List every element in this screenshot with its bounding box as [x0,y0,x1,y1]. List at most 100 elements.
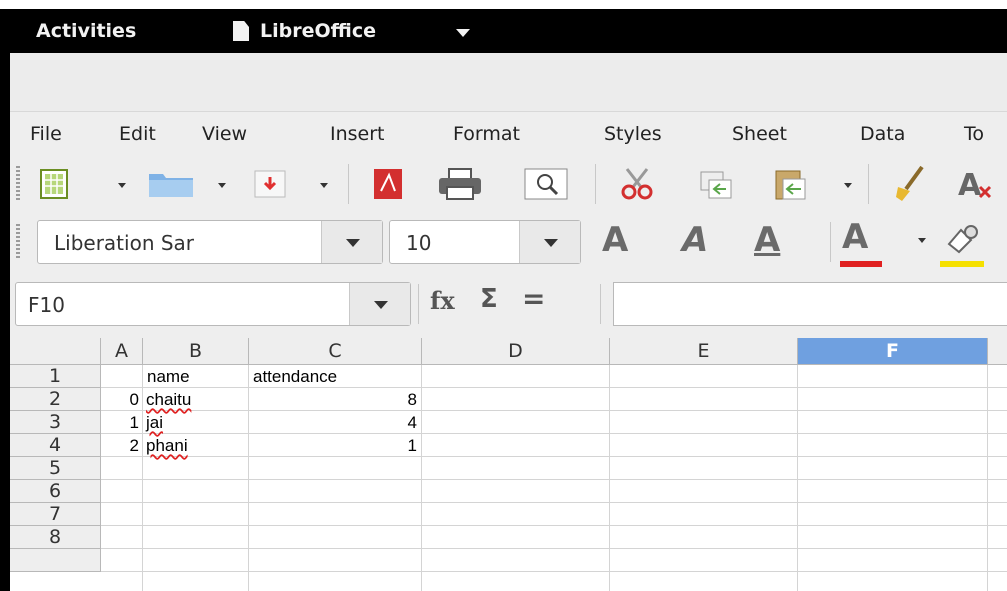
save-icon[interactable] [250,168,290,200]
corner-select-all[interactable] [10,338,101,365]
cell-b2[interactable]: chaitu [146,389,191,411]
formula-input[interactable] [613,282,1007,326]
cell-a3[interactable]: 1 [102,412,139,434]
name-box[interactable]: F10 [15,282,411,326]
standard-toolbar: A [10,156,1007,212]
paste-dropdown-arrow[interactable] [844,183,852,188]
font-size-combo[interactable]: 10 [389,220,581,264]
clone-formatting-icon[interactable] [890,164,934,204]
column-header-d[interactable]: D [422,338,610,365]
menu-tools[interactable]: To [964,123,984,145]
gridline [101,410,1007,411]
window-title-bar[interactable] [10,53,1007,112]
menu-edit[interactable]: Edit [119,123,156,145]
cut-icon[interactable] [614,166,660,202]
name-box-dropdown-button[interactable] [349,283,410,325]
export-pdf-icon[interactable] [370,166,406,202]
toolbar-separator [830,222,831,262]
row-header-4[interactable]: 4 [10,434,101,457]
formatting-toolbar: Liberation Sar 10 A A A A [10,212,1007,272]
cell-b4[interactable]: phani [146,435,188,457]
gnome-top-bar: Activities LibreOffice [10,9,1007,53]
caret-down-icon [544,239,558,247]
column-header-g[interactable] [988,338,1007,365]
gridline [797,365,798,591]
gridline [101,525,1007,526]
underline-icon[interactable]: A [754,220,780,260]
menu-view[interactable]: View [202,123,247,145]
menu-styles[interactable]: Styles [604,123,662,145]
row-header-7[interactable]: 7 [10,503,101,526]
app-menu-button[interactable]: LibreOffice [260,20,376,42]
menu-file[interactable]: File [30,123,62,145]
menu-insert[interactable]: Insert [330,123,385,145]
highlight-icon[interactable] [940,220,984,260]
cell-c4[interactable]: 1 [249,435,417,457]
gridline [101,548,1007,549]
sum-icon[interactable]: Σ [480,284,498,314]
toolbar-separator [595,164,596,204]
row-header-2[interactable]: 2 [10,388,101,411]
caret-down-icon[interactable] [456,29,470,37]
open-dropdown-arrow[interactable] [218,183,226,188]
new-dropdown-arrow[interactable] [118,183,126,188]
gridline [101,479,1007,480]
column-header-c[interactable]: C [249,338,422,365]
cell-a4[interactable]: 2 [102,435,139,457]
gridline [101,387,1007,388]
font-size-dropdown-button[interactable] [519,221,580,263]
row-header-8[interactable]: 8 [10,526,101,549]
menu-format[interactable]: Format [453,123,520,145]
cell-b3[interactable]: jai [146,412,163,434]
cell-c3[interactable]: 4 [249,412,417,434]
paste-icon[interactable] [770,166,810,202]
toolbar-separator [348,164,349,204]
font-size-value: 10 [406,231,432,255]
toolbar-grip[interactable] [16,224,20,260]
row-header-5[interactable]: 5 [10,457,101,480]
cell-b1[interactable]: name [147,366,190,388]
toolbar-grip[interactable] [16,166,20,202]
open-folder-icon[interactable] [146,168,196,200]
clear-formatting-icon[interactable]: A [958,166,998,202]
row-header-9[interactable] [10,549,101,572]
row-header-6[interactable]: 6 [10,480,101,503]
column-header-e[interactable]: E [610,338,798,365]
caret-down-icon [374,301,388,309]
font-color-dropdown-arrow[interactable] [918,238,926,243]
column-header-f[interactable]: F [798,338,988,365]
gridline [609,365,610,591]
new-spreadsheet-icon[interactable] [38,168,70,200]
function-wizard-icon[interactable]: fx [430,286,455,315]
menu-bar: File Edit View Insert Format Styles Shee… [10,112,1007,156]
print-icon[interactable] [434,166,486,202]
row-header-3[interactable]: 3 [10,411,101,434]
font-name-combo[interactable]: Liberation Sar [37,220,383,264]
gridline [101,433,1007,434]
font-name-dropdown-button[interactable] [321,221,382,263]
svg-text:A: A [958,168,982,201]
formula-icon[interactable]: = [522,282,545,315]
column-header-a[interactable]: A [101,338,143,365]
toolbar-separator [868,164,869,204]
cell-a2[interactable]: 0 [102,389,139,411]
gridline [142,365,143,591]
formula-bar: F10 fx Σ = [10,272,1007,338]
font-color-bar [840,261,882,267]
cell-c1[interactable]: attendance [253,366,337,388]
bold-icon[interactable]: A [602,220,628,260]
print-preview-icon[interactable] [522,166,570,202]
menu-sheet[interactable]: Sheet [732,123,787,145]
italic-icon[interactable]: A [682,220,708,260]
menu-data[interactable]: Data [860,123,905,145]
toolbar-separator [418,284,419,324]
activities-button[interactable]: Activities [36,20,136,42]
font-color-icon[interactable]: A [842,217,868,257]
column-header-b[interactable]: B [143,338,249,365]
gridline [987,365,988,591]
copy-icon[interactable] [696,168,736,202]
cell-c2[interactable]: 8 [249,389,417,411]
save-dropdown-arrow[interactable] [320,183,328,188]
row-header-1[interactable]: 1 [10,365,101,388]
left-edge [0,9,10,591]
